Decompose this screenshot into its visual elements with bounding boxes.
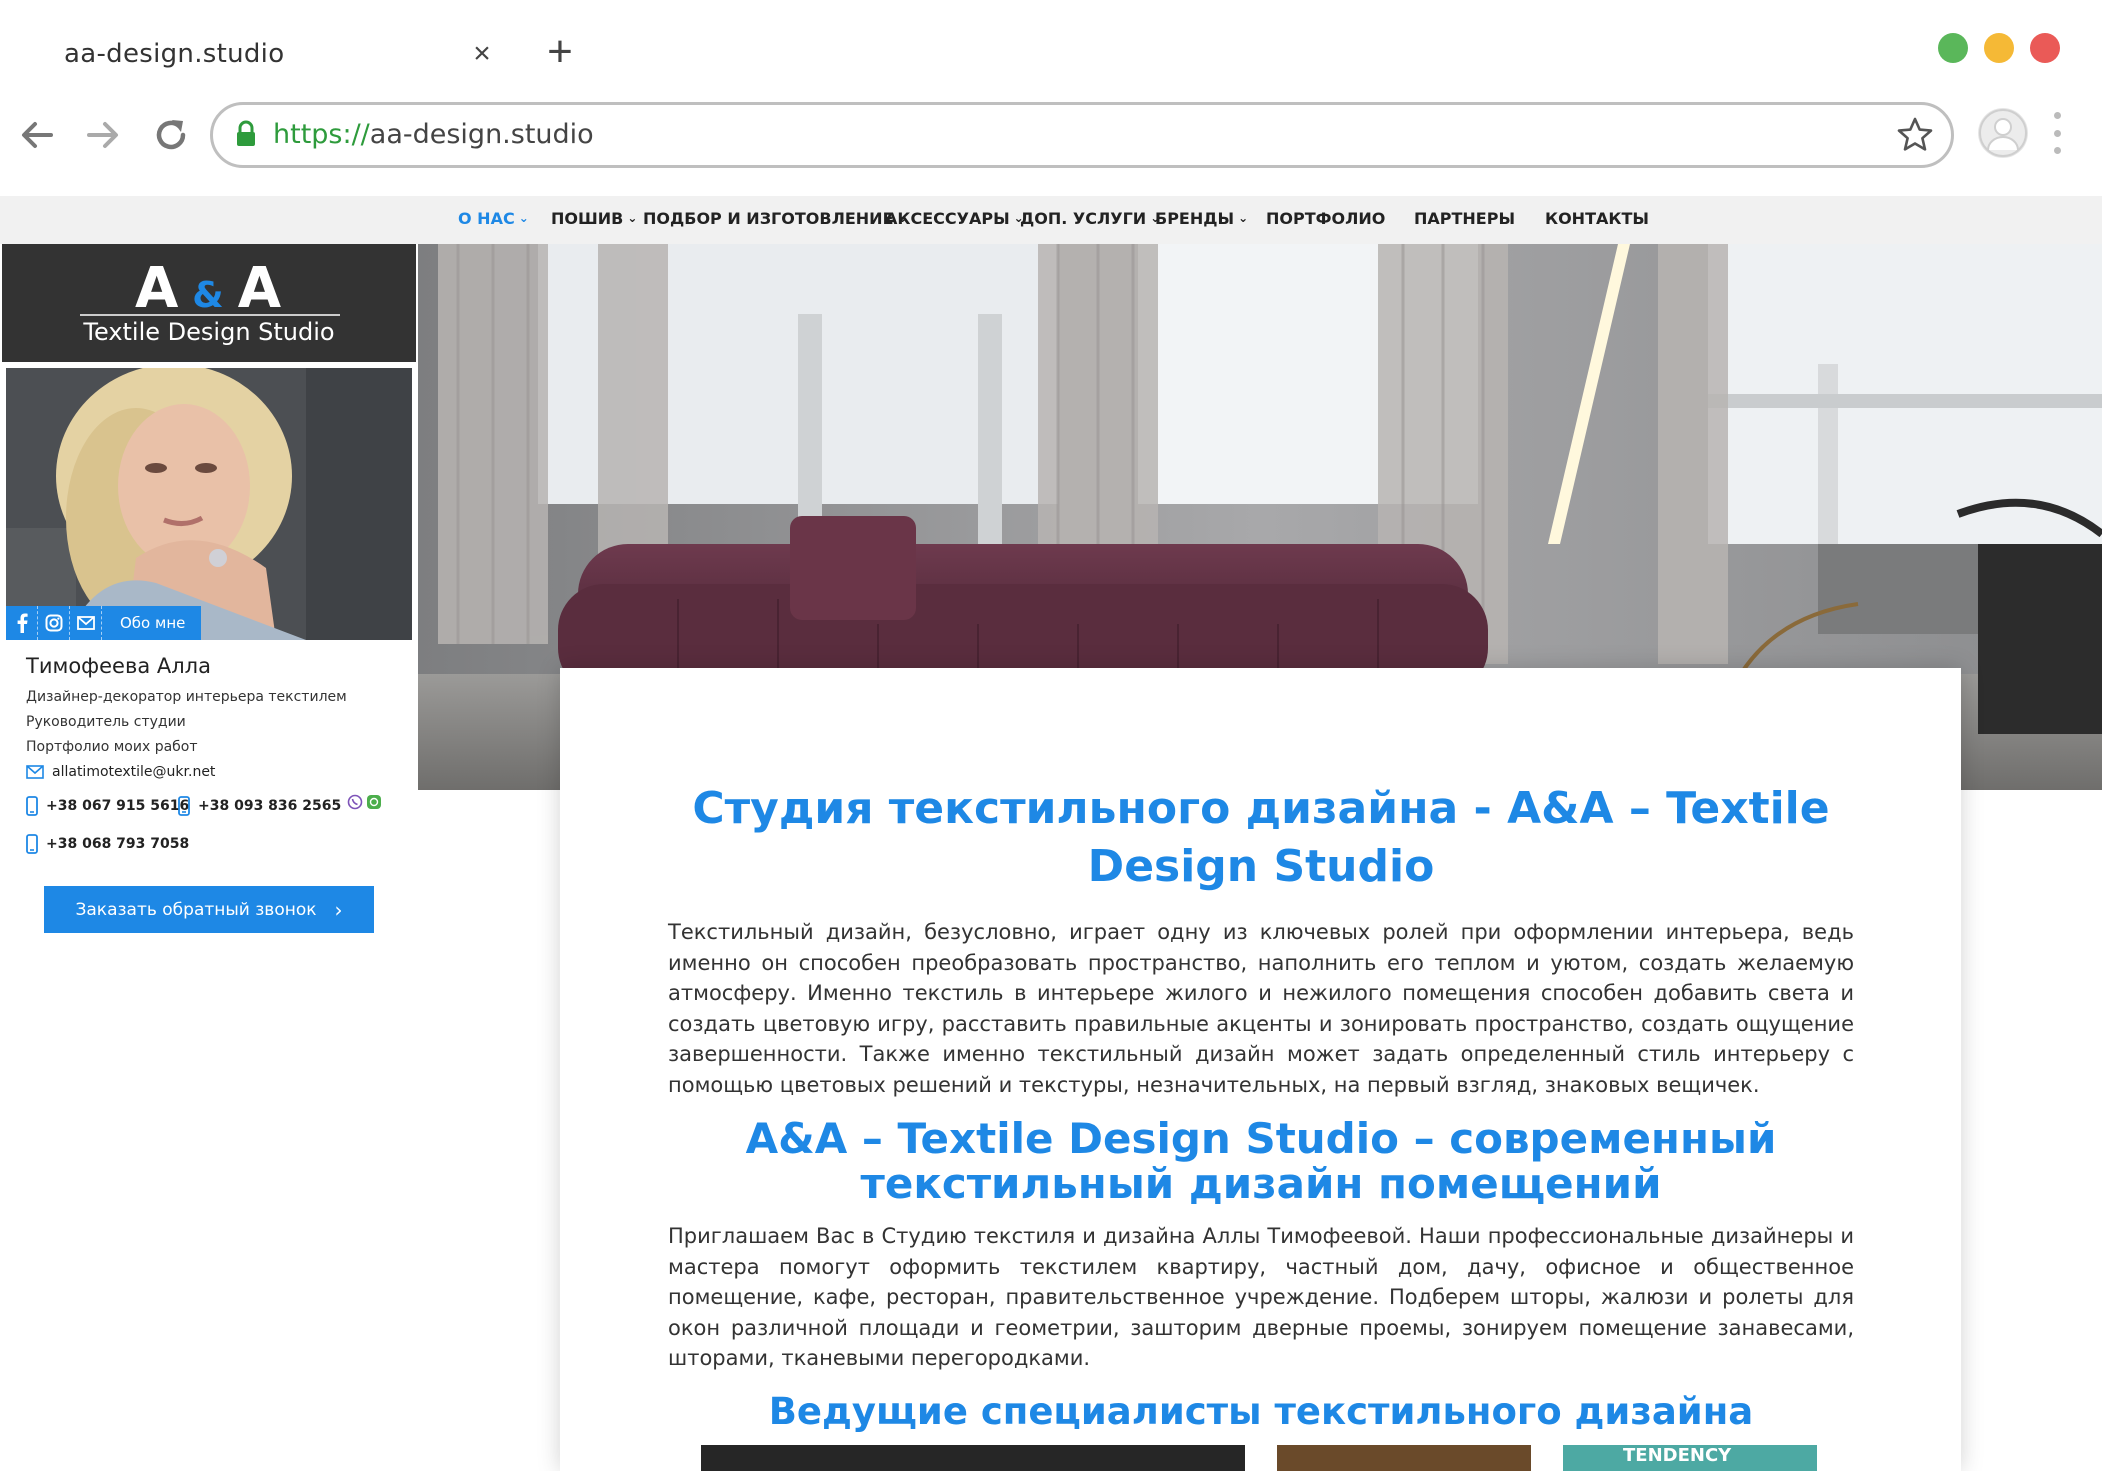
nav-item-label: ПОРТФОЛИО [1266, 209, 1386, 228]
arrow-right-icon [87, 122, 118, 148]
nav-item-4[interactable]: АКСЕССУАРЫ ⌄ [885, 209, 1024, 228]
brand-letters: A & A [134, 256, 284, 321]
phone-icon [26, 796, 38, 816]
site-navigation: О НАС ⌄ ПОШИВ ⌄ ПОДБОР И ИЗГОТОВЛЕНИЕ ⌄ АКСЕСС… [0, 196, 2102, 244]
address-bar[interactable]: https://aa-design.studio [210, 102, 1954, 168]
email-contact[interactable]: allatimotextile@ukr.net [26, 764, 215, 780]
specialist-photo-1[interactable] [701, 1445, 1245, 1471]
envelope-icon [26, 765, 44, 779]
nav-item-5[interactable]: ДОП. УСЛУГИ ⌄ [1020, 209, 1160, 228]
phone-text-3: +38 068 793 7058 [46, 836, 190, 852]
chevron-down-icon: ⌄ [1238, 211, 1249, 225]
callback-button[interactable]: Заказать обратный звонок › [44, 886, 374, 933]
phone-text-1: +38 067 915 5616 [46, 798, 190, 814]
portfolio-link[interactable]: Портфолио моих работ [26, 739, 198, 755]
photo-caption: TENDENCY [1623, 1445, 1732, 1466]
social-bar: Обо мне [6, 606, 202, 640]
brand-logo[interactable]: A & A Textile Design Studio [2, 244, 416, 362]
instagram-icon[interactable] [38, 606, 70, 640]
url-host: aa-design.studio [369, 119, 594, 150]
chevron-right-icon: › [334, 897, 343, 922]
facebook-icon[interactable] [6, 606, 38, 640]
nav-item-label: БРЕНДЫ [1155, 209, 1235, 228]
phone-contact-1[interactable]: +38 067 915 5616 [26, 796, 189, 816]
profile-photo [6, 368, 412, 640]
back-button[interactable] [12, 110, 62, 160]
nav-item-label: КОНТАКТЫ [1545, 209, 1649, 228]
section-heading-studio: A&A – Textile Design Studio – современны… [745, 1114, 1777, 1208]
person-role: Руководитель студии [26, 714, 186, 730]
nav-item-7[interactable]: ПОРТФОЛИО [1266, 209, 1385, 228]
page-title: Студия текстильного дизайна - A&A – Text… [692, 783, 1830, 892]
email-icon[interactable] [70, 606, 102, 640]
nav-item-9[interactable]: КОНТАКТЫ [1545, 209, 1649, 228]
window-maximize-button[interactable] [1938, 33, 1968, 63]
nav-item-1[interactable]: О НАС ⌄ [458, 209, 529, 228]
reload-button[interactable] [146, 110, 196, 160]
callback-label: Заказать обратный звонок [75, 899, 317, 920]
nav-item-label: ПАРТНЕРЫ [1414, 209, 1516, 228]
browser-menu-icon[interactable] [2050, 108, 2064, 158]
nav-item-label: ПОШИВ [551, 209, 624, 228]
about-me-link[interactable]: Обо мне [102, 606, 201, 640]
profile-avatar-icon[interactable] [1978, 108, 2028, 158]
person-title: Дизайнер-декоратор интерьера текстилем [26, 689, 347, 705]
new-tab-button[interactable]: + [538, 28, 582, 78]
tab-title: aa-design.studio [64, 39, 285, 69]
browser-chrome: aa-design.studio × + https://aa-design.s… [0, 0, 2102, 196]
phone-icon [178, 796, 190, 816]
intro-paragraph: Текстильный дизайн, безусловно, играет о… [668, 920, 1854, 1097]
lock-icon [237, 120, 255, 146]
brand-divider [80, 314, 340, 316]
forward-button[interactable] [78, 110, 128, 160]
phone-contact-2[interactable]: +38 093 836 2565 [178, 794, 382, 816]
nav-item-3[interactable]: ПОДБОР И ИЗГОТОВЛЕНИЕ ⌄ [643, 209, 908, 228]
reload-icon [156, 120, 186, 150]
window-close-button[interactable] [2030, 33, 2060, 63]
section-heading-specialists: Ведущие специалисты текстильного дизайна [768, 1390, 1754, 1433]
content-card: Студия текстильного дизайна - A&A – Text… [560, 668, 1961, 1471]
specialist-photo-3[interactable]: TENDENCY [1563, 1445, 1817, 1471]
chevron-down-icon: ⌄ [518, 211, 529, 225]
tab-close-icon[interactable]: × [462, 32, 502, 76]
url-text[interactable]: https://aa-design.studio [273, 119, 594, 150]
brand-subtitle: Textile Design Studio [83, 318, 335, 346]
nav-item-label: О НАС [458, 209, 515, 228]
bookmark-star-icon[interactable] [1895, 115, 1935, 155]
nav-item-label: АКСЕССУАРЫ [885, 209, 1010, 228]
phone-contact-3[interactable]: +38 068 793 7058 [26, 834, 189, 854]
window-minimize-button[interactable] [1984, 33, 2014, 63]
nav-item-label: ДОП. УСЛУГИ [1020, 209, 1147, 228]
nav-item-label: ПОДБОР И ИЗГОТОВЛЕНИЕ [643, 209, 894, 228]
browser-tab[interactable]: aa-design.studio × [42, 26, 502, 82]
messenger-icons [347, 794, 382, 810]
nav-item-8[interactable]: ПАРТНЕРЫ [1414, 209, 1515, 228]
whatsapp-icon[interactable] [366, 794, 382, 810]
phone-text-2: +38 093 836 2565 [198, 798, 342, 814]
url-scheme: https:// [273, 119, 370, 150]
email-text: allatimotextile@ukr.net [52, 764, 216, 780]
chevron-down-icon: ⌄ [627, 211, 638, 225]
invitation-paragraph: Приглашаем Вас в Студию текстиля и дизай… [668, 1224, 1854, 1371]
arrow-left-icon [22, 122, 53, 148]
nav-item-6[interactable]: БРЕНДЫ ⌄ [1155, 209, 1248, 228]
viber-icon[interactable] [347, 794, 363, 810]
person-name: Тимофеева Алла [26, 654, 211, 678]
specialist-photo-2[interactable] [1277, 1445, 1531, 1471]
nav-item-2[interactable]: ПОШИВ ⌄ [551, 209, 637, 228]
phone-icon [26, 834, 38, 854]
